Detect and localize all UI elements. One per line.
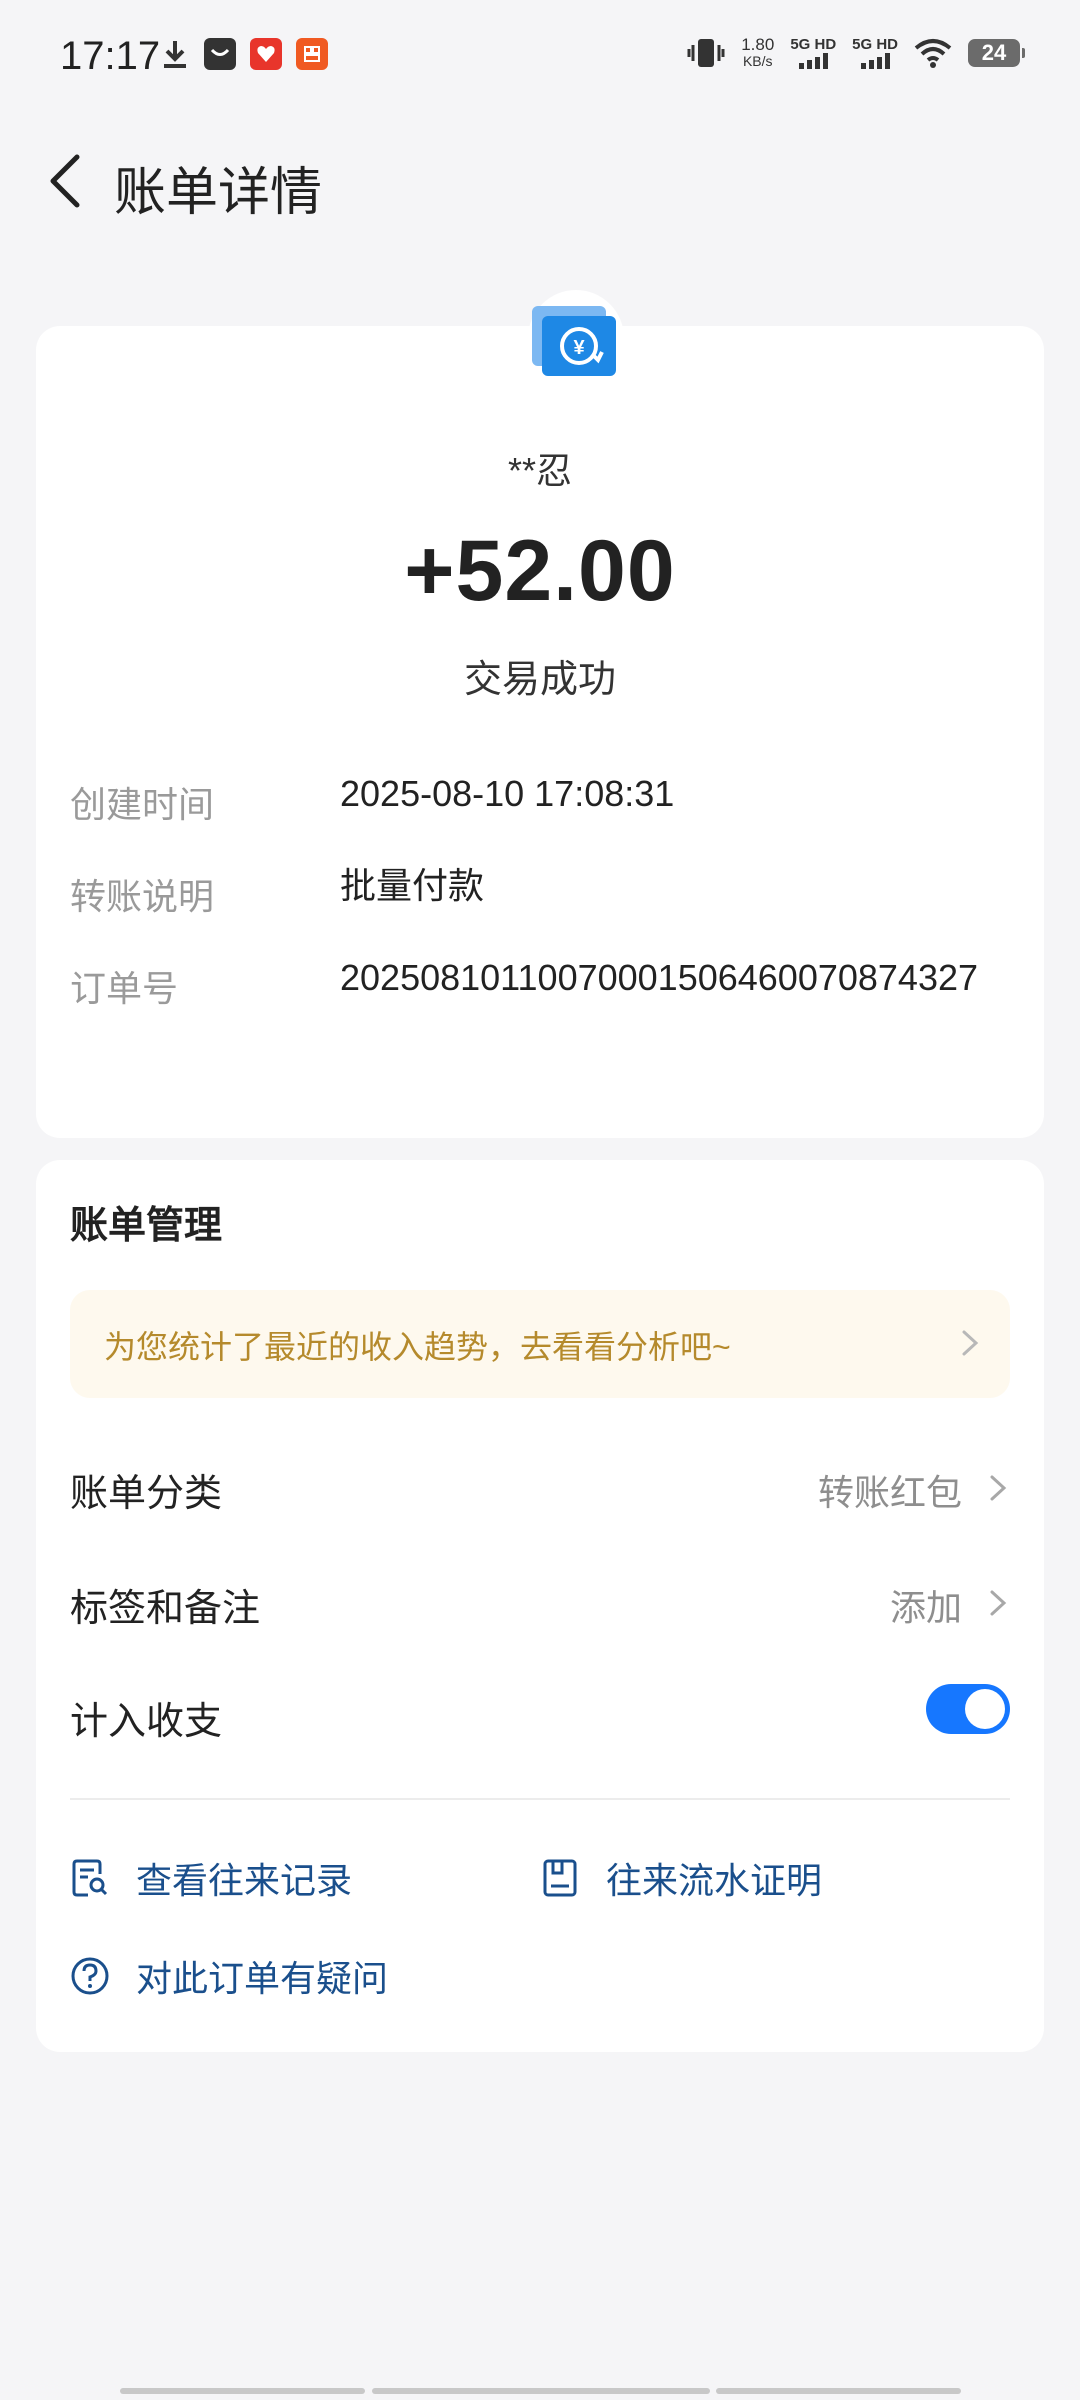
transaction-card: ¥ **忍 +52.00 交易成功 创建时间 2025-08-10 17:08:… [36,290,1044,1138]
status-bar: 17:17 1.80 KB/s 5G HD 5G HD 24 [0,0,1080,116]
detail-value: 2025-08-10 17:08:31 [340,773,675,814]
network-speed: 1.80 KB/s [741,35,775,69]
row-value: 转账红包 [817,1472,962,1513]
battery-indicator: 24 [968,39,1025,67]
wifi-icon [914,39,952,68]
row-value: 添加 [889,1587,962,1628]
detail-row-transfer-note: 转账说明 批量付款 [70,865,1010,928]
section-title: 账单管理 [70,1205,223,1247]
nav-handle-right [716,2388,961,2394]
svg-text:¥: ¥ [573,337,585,359]
order-number-value[interactable]: 20250810110070001506460070874327 [340,950,1010,1006]
detail-label: 转账说明 [70,876,215,917]
document-icon [543,1859,577,1897]
record-search-icon [72,1859,108,1897]
detail-label: 创建时间 [70,784,215,825]
link-label: 查看往来记录 [136,1860,353,1901]
transaction-amount: +52.00 [404,523,676,619]
transaction-status: 交易成功 [463,659,616,701]
divider [70,1798,1010,1800]
page-header: 账单详情 [0,116,1080,246]
row-label: 标签和备注 [70,1588,261,1630]
chevron-right-icon [990,1475,1007,1501]
order-question-link[interactable]: 对此订单有疑问 [70,1950,388,2002]
notification-icons [160,38,328,70]
nav-handle-left [120,2388,365,2394]
yuan-refund-icon: ¥ [528,290,624,386]
status-time: 17:17 [60,34,161,78]
promo-text: 为您统计了最近的收入趋势，去看看分析吧~ [104,1329,731,1365]
signal-1: 5G HD [790,37,836,69]
vibrate-icon [687,39,725,67]
include-in-stats-toggle[interactable] [926,1684,1010,1734]
back-button[interactable] [30,146,100,216]
detail-row-order-number: 订单号 20250810110070001506460070874327 [70,957,1010,1080]
row-label: 计入收支 [70,1701,223,1743]
bill-category-row[interactable]: 账单分类 转账红包 [70,1440,1010,1530]
chevron-left-icon [50,154,80,208]
question-circle-icon [71,1957,109,1995]
include-in-stats-row: 计入收支 [70,1668,1010,1758]
page-title: 账单详情 [114,164,323,222]
bill-management-card: 账单管理 为您统计了最近的收入趋势，去看看分析吧~ 账单分类 转账红包 标签和备… [36,1160,1044,2052]
shopping-app-icon [250,38,282,70]
nav-handle-center[interactable] [372,2388,710,2394]
view-history-link[interactable]: 查看往来记录 [70,1852,352,1904]
transaction-proof-link[interactable]: 往来流水证明 [540,1852,822,1904]
chevron-right-icon [962,1330,979,1356]
link-label: 对此订单有疑问 [136,1958,389,1999]
message-app-icon [204,38,236,70]
row-label: 账单分类 [70,1473,223,1515]
tags-notes-row[interactable]: 标签和备注 添加 [70,1555,1010,1645]
toggle-knob [965,1689,1005,1729]
detail-label: 订单号 [70,968,179,1009]
chevron-right-icon [990,1590,1007,1616]
system-indicators: 1.80 KB/s 5G HD 5G HD 24 [687,35,1025,70]
link-label: 往来流水证明 [606,1860,823,1901]
payee-name: **忍 [507,450,573,491]
detail-value: 批量付款 [340,865,485,906]
income-trend-banner[interactable]: 为您统计了最近的收入趋势，去看看分析吧~ [70,1290,1010,1398]
store-app-icon [296,38,328,70]
download-icon [164,41,186,68]
signal-2: 5G HD [852,37,898,69]
detail-row-created-time: 创建时间 2025-08-10 17:08:31 [70,773,1010,836]
